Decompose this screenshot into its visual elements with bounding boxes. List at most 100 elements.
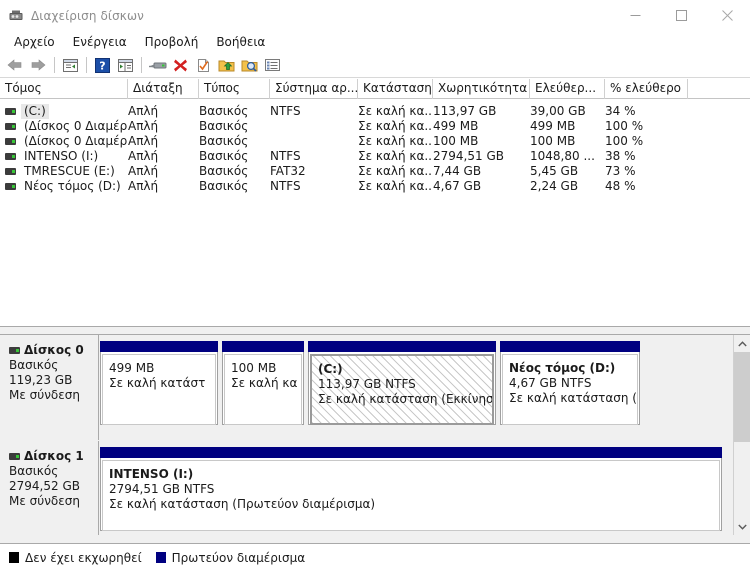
cell-free-space: 100 MB xyxy=(530,134,576,148)
disk-info-1[interactable]: Δίσκος 1 Βασικός 2794,52 GB Με σύνδεση xyxy=(2,441,99,535)
show-tree-pane-icon[interactable] xyxy=(59,55,81,76)
drive-icon xyxy=(5,123,16,130)
disk-title-1: Δίσκος 1 xyxy=(9,449,94,464)
rescan-disks-icon[interactable] xyxy=(146,55,168,76)
toolbar-separator xyxy=(86,57,87,73)
menu-item-help[interactable]: Βοήθεια xyxy=(207,32,274,52)
partition-block-selected[interactable]: (C:) 113,97 GB NTFS Σε καλή κατάσταση (Ε… xyxy=(308,341,496,425)
partition-block[interactable]: INTENSO (I:) 2794,51 GB NTFS Σε καλή κατ… xyxy=(100,447,722,531)
cell-volume[interactable]: (Δίσκος 0 Διαμέρι... xyxy=(0,119,128,134)
partition-block[interactable]: 499 MB Σε καλή κατάστ xyxy=(100,341,218,425)
cell-type: Βασικός xyxy=(199,149,249,163)
chevron-down-icon[interactable] xyxy=(734,518,750,535)
cell-percent-free: 38 % xyxy=(605,149,636,163)
disk-status: Με σύνδεση xyxy=(9,388,80,402)
disk-type: Βασικός xyxy=(9,358,59,372)
maximize-button[interactable] xyxy=(658,0,704,31)
cell-layout: Απλή xyxy=(128,134,159,148)
graphical-view-scroll-area: Δίσκος 0 Βασικός 119,23 GB Με σύνδεση 49… xyxy=(0,335,733,535)
cell-status: Σε καλή κα... xyxy=(358,119,433,133)
pane-splitter[interactable] xyxy=(0,326,750,335)
cell-status: Σε καλή κα... xyxy=(358,134,433,148)
column-header-volume[interactable]: Τόμος xyxy=(0,79,128,99)
disk-0-partitions: 499 MB Σε καλή κατάστ 100 MB Σε καλή κα … xyxy=(100,335,733,440)
menu-item-action[interactable]: Ενέργεια xyxy=(64,32,136,52)
table-row[interactable]: INTENSO (I:) Απλή Βασικός NTFS Σε καλή κ… xyxy=(0,149,750,164)
column-header-extra[interactable] xyxy=(688,79,750,99)
disk-row-0[interactable]: Δίσκος 0 Βασικός 119,23 GB Με σύνδεση 49… xyxy=(0,335,733,440)
explore-icon[interactable] xyxy=(238,55,260,76)
cell-percent-free: 73 % xyxy=(605,164,636,178)
column-header-type[interactable]: Τύπος xyxy=(199,79,270,99)
drive-icon xyxy=(5,153,16,160)
disk-1-partitions: INTENSO (I:) 2794,51 GB NTFS Σε καλή κατ… xyxy=(100,441,733,535)
column-header-capacity[interactable]: Χωρητικότητα xyxy=(433,79,530,99)
cell-type: Βασικός xyxy=(199,179,249,193)
cell-filesystem xyxy=(270,134,358,149)
table-row[interactable]: (Δίσκος 0 Διαμέρι... Απλή Βασικός Σε καλ… xyxy=(0,134,750,149)
table-row[interactable]: Νέος τόμος (D:) Απλή Βασικός NTFS Σε καλ… xyxy=(0,179,750,194)
delete-icon[interactable] xyxy=(169,55,191,76)
column-header-status[interactable]: Κατάσταση xyxy=(358,79,433,99)
cell-percent-free: 48 % xyxy=(605,179,636,193)
partition-status: Σε καλή κατάστ xyxy=(109,376,206,390)
cell-capacity: 7,44 GB xyxy=(433,164,482,178)
table-row[interactable]: (Δίσκος 0 Διαμέρι... Απλή Βασικός Σε καλ… xyxy=(0,119,750,134)
disk-info-0[interactable]: Δίσκος 0 Βασικός 119,23 GB Με σύνδεση xyxy=(2,335,99,440)
cell-volume[interactable]: TMRESCUE (E:) xyxy=(0,164,128,179)
cell-volume[interactable]: INTENSO (I:) xyxy=(0,149,128,164)
scrollbar-thumb[interactable] xyxy=(734,352,750,442)
cell-capacity: 2794,51 GB xyxy=(433,149,504,163)
partition-status: Σε καλή κατάσταση (Πρωτεύον διαμέρισμα) xyxy=(109,497,376,511)
graphical-view-scrollbar[interactable] xyxy=(733,335,750,535)
forward-arrow-icon[interactable] xyxy=(27,55,49,76)
cell-layout: Απλή xyxy=(128,104,159,118)
volume-list-pane[interactable]: Τόμος Διάταξη Τύπος Σύστημα αρ... Κατάστ… xyxy=(0,79,750,326)
drive-icon xyxy=(5,138,16,145)
help-icon[interactable]: ? xyxy=(91,55,113,76)
cell-type: Βασικός xyxy=(199,134,249,148)
cell-volume[interactable]: (C:) xyxy=(0,104,128,119)
volume-list-body: (C:) Απλή Βασικός NTFS Σε καλή κα... 113… xyxy=(0,99,750,194)
partition-status: Σε καλή κατάσταση (Εκκίνηση, Α xyxy=(318,392,494,406)
disk-row-1[interactable]: Δίσκος 1 Βασικός 2794,52 GB Με σύνδεση I… xyxy=(0,441,733,535)
graphical-view-pane[interactable]: Δίσκος 0 Βασικός 119,23 GB Με σύνδεση 49… xyxy=(0,335,750,535)
column-header-layout[interactable]: Διάταξη xyxy=(128,79,199,99)
table-row[interactable]: (C:) Απλή Βασικός NTFS Σε καλή κα... 113… xyxy=(0,104,750,119)
chevron-up-icon[interactable] xyxy=(734,335,750,352)
minimize-button[interactable] xyxy=(612,0,658,31)
volume-list-header: Τόμος Διάταξη Τύπος Σύστημα αρ... Κατάστ… xyxy=(0,79,750,99)
partition-block[interactable]: Νέος τόμος (D:) 4,67 GB NTFS Σε καλή κατ… xyxy=(500,341,640,425)
disk-icon xyxy=(9,453,20,460)
cell-status: Σε καλή κα... xyxy=(358,104,433,118)
disk-type: Βασικός xyxy=(9,464,59,478)
cell-type: Βασικός xyxy=(199,119,249,133)
new-volume-icon[interactable] xyxy=(215,55,237,76)
column-header-free-space[interactable]: Ελεύθερ... xyxy=(530,79,605,99)
cell-volume[interactable]: Νέος τόμος (D:) xyxy=(0,179,128,194)
menu-item-view[interactable]: Προβολή xyxy=(136,32,208,52)
cell-volume[interactable]: (Δίσκος 0 Διαμέρι... xyxy=(0,134,128,149)
menu-item-file[interactable]: Αρχείο xyxy=(5,32,64,52)
show-action-pane-icon[interactable] xyxy=(114,55,136,76)
list-view-icon[interactable] xyxy=(261,55,283,76)
drive-icon xyxy=(5,183,16,190)
partition-block[interactable]: 100 MB Σε καλή κα xyxy=(222,341,304,425)
window-title: Διαχείριση δίσκων xyxy=(31,8,144,23)
cell-filesystem: FAT32 xyxy=(270,164,306,178)
cell-layout: Απλή xyxy=(128,119,159,133)
properties-icon[interactable] xyxy=(192,55,214,76)
cell-status: Σε καλή κα... xyxy=(358,164,433,178)
partition-size: 499 MB xyxy=(109,361,155,375)
column-header-percent-free[interactable]: % ελεύθερο xyxy=(605,79,688,99)
table-row[interactable]: TMRESCUE (E:) Απλή Βασικός FAT32 Σε καλή… xyxy=(0,164,750,179)
partition-status: Σε καλή κα xyxy=(231,376,298,390)
partition-size: 2794,51 GB NTFS xyxy=(109,482,215,496)
back-arrow-icon[interactable] xyxy=(4,55,26,76)
close-button[interactable] xyxy=(704,0,750,31)
cell-filesystem: NTFS xyxy=(270,149,301,163)
disk-icon xyxy=(9,347,20,354)
column-header-filesystem[interactable]: Σύστημα αρ... xyxy=(270,79,358,99)
cell-percent-free: 100 % xyxy=(605,134,644,148)
unallocated-swatch-icon xyxy=(9,552,19,563)
